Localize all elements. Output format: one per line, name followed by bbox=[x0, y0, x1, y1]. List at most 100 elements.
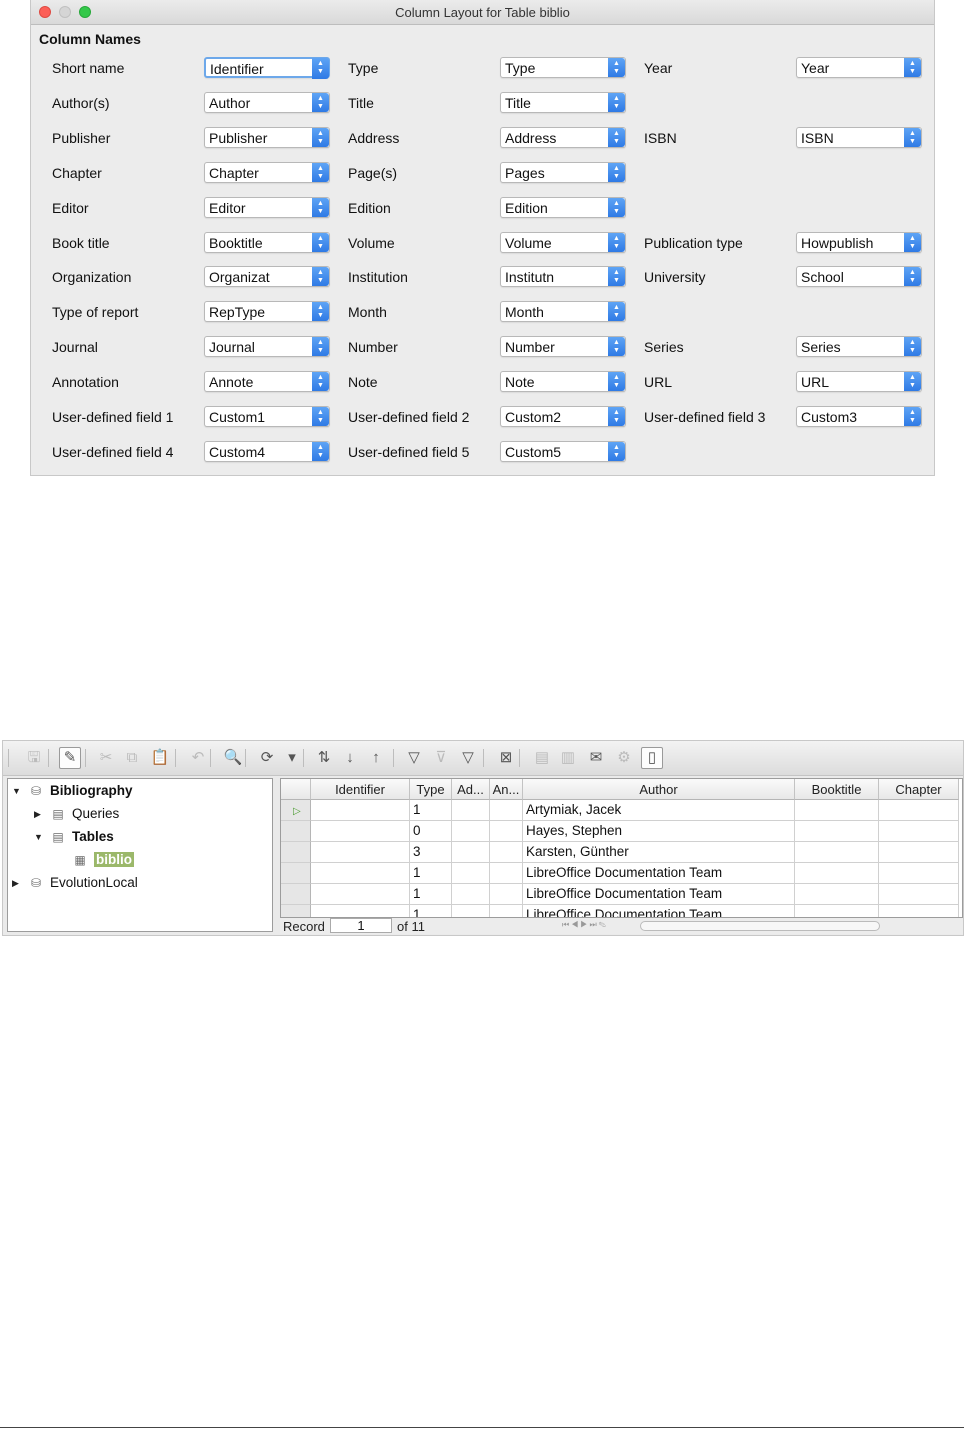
autofilter-icon[interactable]: ▽ bbox=[403, 747, 425, 769]
apply-filter-icon[interactable]: ⊽ bbox=[430, 747, 452, 769]
column-select[interactable]: Identifier ▲ ▼ bbox=[204, 57, 330, 79]
updown-chevron-icon[interactable]: ▲ ▼ bbox=[312, 302, 329, 321]
cut-icon[interactable]: ✂ bbox=[95, 747, 117, 769]
tree-item[interactable]: Tables bbox=[72, 829, 114, 844]
table-row[interactable]: 1 LibreOffice Documentation Team bbox=[281, 863, 962, 884]
table-cell[interactable] bbox=[795, 842, 879, 863]
updown-chevron-icon[interactable]: ▲ ▼ bbox=[312, 128, 329, 147]
table-cell[interactable] bbox=[879, 821, 959, 842]
updown-chevron-icon[interactable]: ▲ ▼ bbox=[904, 128, 921, 147]
explorer-icon[interactable]: ▯ bbox=[641, 747, 663, 769]
table-cell[interactable]: Hayes, Stephen bbox=[523, 821, 795, 842]
column-select[interactable]: Pages ▲ ▼ bbox=[500, 162, 626, 183]
table-cell[interactable]: LibreOffice Documentation Team bbox=[523, 884, 795, 905]
table-cell[interactable]: 0 bbox=[410, 821, 452, 842]
column-select[interactable]: Custom3 ▲ ▼ bbox=[796, 406, 922, 427]
column-select[interactable]: Title ▲ ▼ bbox=[500, 92, 626, 113]
tree-item[interactable]: EvolutionLocal bbox=[50, 875, 138, 890]
table-cell[interactable] bbox=[879, 800, 959, 821]
table-row[interactable]: 3 Karsten, Günther bbox=[281, 842, 962, 863]
table-cell[interactable] bbox=[490, 863, 523, 884]
table-cell[interactable]: 3 bbox=[410, 842, 452, 863]
table-cell[interactable]: Artymiak, Jacek bbox=[523, 800, 795, 821]
updown-chevron-icon[interactable]: ▲ ▼ bbox=[608, 267, 625, 286]
refresh-icon[interactable]: ⟳ bbox=[256, 747, 278, 769]
table-cell[interactable] bbox=[311, 842, 410, 863]
updown-chevron-icon[interactable]: ▲ ▼ bbox=[608, 407, 625, 426]
row-header[interactable] bbox=[281, 884, 311, 905]
sort-ascending-icon[interactable]: ↓ bbox=[339, 747, 361, 769]
column-select[interactable]: Publisher ▲ ▼ bbox=[204, 127, 330, 148]
column-header[interactable]: An... bbox=[490, 779, 523, 800]
table-cell[interactable]: 1 bbox=[410, 800, 452, 821]
updown-chevron-icon[interactable]: ▲ ▼ bbox=[608, 337, 625, 356]
tree-item[interactable]: Queries bbox=[72, 806, 119, 821]
updown-chevron-icon[interactable]: ▲ ▼ bbox=[312, 93, 329, 112]
column-select[interactable]: Custom2 ▲ ▼ bbox=[500, 406, 626, 427]
updown-chevron-icon[interactable]: ▲ ▼ bbox=[312, 58, 329, 79]
column-select[interactable]: Type ▲ ▼ bbox=[500, 57, 626, 78]
updown-chevron-icon[interactable]: ▲ ▼ bbox=[312, 233, 329, 252]
expanded-triangle-icon[interactable]: ▼ bbox=[34, 832, 43, 842]
column-header[interactable]: Author bbox=[523, 779, 795, 800]
column-select[interactable]: Edition ▲ ▼ bbox=[500, 197, 626, 218]
row-header[interactable] bbox=[281, 863, 311, 884]
table-cell[interactable] bbox=[311, 821, 410, 842]
column-select[interactable]: Year ▲ ▼ bbox=[796, 57, 922, 78]
updown-chevron-icon[interactable]: ▲ ▼ bbox=[312, 267, 329, 286]
table-cell[interactable] bbox=[795, 800, 879, 821]
table-cell[interactable]: LibreOffice Documentation Team bbox=[523, 863, 795, 884]
updown-chevron-icon[interactable]: ▲ ▼ bbox=[312, 407, 329, 426]
table-cell[interactable] bbox=[490, 884, 523, 905]
table-cell[interactable] bbox=[311, 800, 410, 821]
find-icon[interactable]: 🔍 bbox=[222, 747, 244, 769]
table-cell[interactable] bbox=[795, 863, 879, 884]
table-cell[interactable] bbox=[452, 821, 490, 842]
row-header[interactable] bbox=[281, 821, 311, 842]
table-cell[interactable] bbox=[311, 863, 410, 884]
table-row[interactable]: 1 LibreOffice Documentation Team bbox=[281, 884, 962, 905]
column-select[interactable]: Howpublish ▲ ▼ bbox=[796, 232, 922, 253]
updown-chevron-icon[interactable]: ▲ ▼ bbox=[904, 372, 921, 391]
toolbar-grip[interactable] bbox=[8, 749, 9, 767]
data-to-fields-icon[interactable]: ▥ bbox=[557, 747, 579, 769]
updown-chevron-icon[interactable]: ▲ ▼ bbox=[312, 163, 329, 182]
table-row[interactable]: 0 Hayes, Stephen bbox=[281, 821, 962, 842]
column-select[interactable]: Number ▲ ▼ bbox=[500, 336, 626, 357]
column-select[interactable]: Booktitle ▲ ▼ bbox=[204, 232, 330, 253]
sort-descending-icon[interactable]: ↑ bbox=[365, 747, 387, 769]
column-header[interactable]: Booktitle bbox=[795, 779, 879, 800]
grid-corner[interactable] bbox=[281, 779, 311, 800]
column-select[interactable]: ISBN ▲ ▼ bbox=[796, 127, 922, 148]
column-select[interactable]: Custom4 ▲ ▼ bbox=[204, 441, 330, 462]
updown-chevron-icon[interactable]: ▲ ▼ bbox=[904, 58, 921, 77]
table-cell[interactable]: 1 bbox=[410, 884, 452, 905]
table-cell[interactable] bbox=[879, 884, 959, 905]
column-select[interactable]: Journal ▲ ▼ bbox=[204, 336, 330, 357]
record-number-field[interactable]: 1 bbox=[330, 918, 392, 933]
table-cell[interactable] bbox=[879, 863, 959, 884]
table-cell[interactable] bbox=[311, 884, 410, 905]
updown-chevron-icon[interactable]: ▲ ▼ bbox=[904, 407, 921, 426]
standard-filter-icon[interactable]: ▽ bbox=[457, 747, 479, 769]
table-cell[interactable] bbox=[490, 821, 523, 842]
updown-chevron-icon[interactable]: ▲ ▼ bbox=[608, 442, 625, 461]
updown-chevron-icon[interactable]: ▲ ▼ bbox=[608, 163, 625, 182]
data-source-icon[interactable]: ⚙ bbox=[613, 747, 635, 769]
column-select[interactable]: RepType ▲ ▼ bbox=[204, 301, 330, 322]
tree-item[interactable]: biblio bbox=[94, 852, 134, 867]
table-cell[interactable] bbox=[452, 884, 490, 905]
column-select[interactable]: Address ▲ ▼ bbox=[500, 127, 626, 148]
record-nav-buttons[interactable]: ⏮◀▶⏭✎ bbox=[562, 920, 608, 930]
table-cell[interactable] bbox=[452, 863, 490, 884]
column-header[interactable]: Ad... bbox=[452, 779, 490, 800]
updown-chevron-icon[interactable]: ▲ ▼ bbox=[312, 198, 329, 217]
updown-chevron-icon[interactable]: ▲ ▼ bbox=[608, 93, 625, 112]
column-header[interactable]: Identifier bbox=[311, 779, 410, 800]
table-cell[interactable] bbox=[452, 842, 490, 863]
save-icon[interactable]: 🖫 bbox=[23, 747, 45, 769]
sort-icon[interactable]: ⇅ bbox=[313, 747, 335, 769]
column-select[interactable]: Annote ▲ ▼ bbox=[204, 371, 330, 392]
table-cell[interactable] bbox=[452, 800, 490, 821]
column-select[interactable]: School ▲ ▼ bbox=[796, 266, 922, 287]
